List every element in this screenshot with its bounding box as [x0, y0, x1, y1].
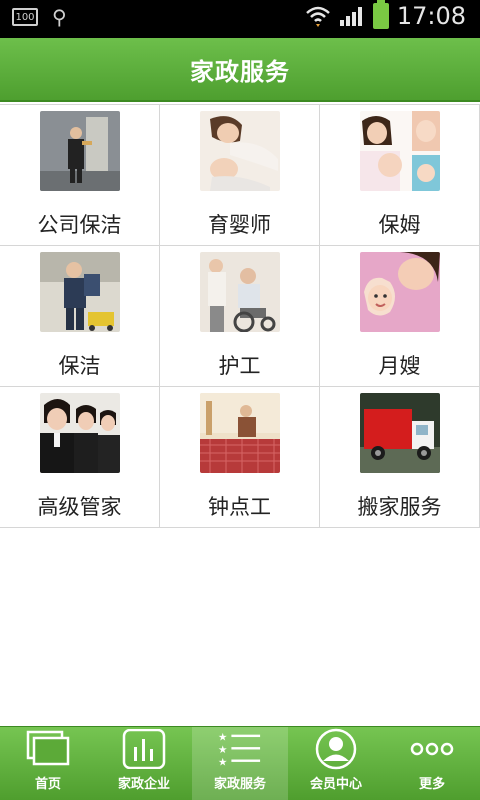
svg-text:★: ★: [218, 744, 227, 756]
service-item-hourly-worker[interactable]: 钟点工: [160, 387, 320, 527]
service-item-nursery-teacher[interactable]: 育婴师: [160, 105, 320, 245]
tab-services[interactable]: ★ ★ ★ 家政服务: [192, 727, 288, 800]
tab-more[interactable]: 更多: [384, 727, 480, 800]
bottom-tab-bar: 首页 家政企业 ★ ★ ★ 家政服务 会员中心 更多: [0, 726, 480, 800]
service-list-icon: ★ ★ ★: [218, 729, 262, 769]
service-label: 搬家服务: [357, 495, 442, 519]
title-bar: 家政服务: [0, 38, 480, 102]
hourly-worker-photo: [199, 393, 280, 473]
caregiver-photo: [199, 252, 280, 332]
grid-row: 高级管家 钟点工 搬家服务: [0, 387, 480, 528]
office-cleaning-photo: [39, 111, 120, 191]
battery-level-text: 100: [15, 11, 35, 23]
service-label: 保姆: [378, 213, 421, 237]
service-item-cleaner[interactable]: 保洁: [0, 246, 160, 386]
battery-level-icon: 100: [12, 8, 38, 26]
more-dots-icon: [410, 729, 454, 769]
clock: 17:08: [396, 2, 466, 30]
cleaner-photo: [39, 252, 120, 332]
tab-label: 家政服务: [213, 777, 266, 792]
service-item-moving[interactable]: 搬家服务: [320, 387, 480, 527]
service-item-maternity-matron[interactable]: 月嫂: [320, 246, 480, 386]
nursery-teacher-photo: [199, 111, 280, 191]
service-label: 育婴师: [208, 213, 271, 237]
tab-label: 首页: [34, 777, 61, 792]
svg-text:★: ★: [218, 731, 227, 743]
nanny-photo: [359, 111, 440, 191]
status-bar: 100 ⚲ 17:08: [0, 0, 480, 38]
service-label: 高级管家: [37, 495, 122, 519]
service-label: 护工: [218, 354, 261, 378]
page-title: 家政服务: [190, 57, 290, 86]
tab-label: 家政企业: [117, 777, 170, 792]
service-grid: 公司保洁 育婴师 保姆 保洁 护工 月嫂 高级管家 钟点工 搬家服务: [0, 104, 480, 528]
maternity-matron-photo: [359, 252, 440, 332]
grid-row: 保洁 护工 月嫂: [0, 246, 480, 387]
home-icon: [26, 729, 70, 769]
member-avatar-icon: [314, 728, 358, 770]
grid-row: 公司保洁 育婴师 保姆: [0, 105, 480, 246]
service-label: 月嫂: [378, 354, 421, 378]
service-item-nanny[interactable]: 保姆: [320, 105, 480, 245]
service-label: 钟点工: [208, 495, 271, 519]
tab-label: 会员中心: [309, 777, 362, 792]
service-item-butler[interactable]: 高级管家: [0, 387, 160, 527]
usb-icon: ⚲: [52, 5, 67, 29]
tab-company[interactable]: 家政企业: [96, 727, 192, 800]
svg-text:★: ★: [218, 756, 227, 768]
signal-icon: [339, 7, 362, 26]
service-label: 保洁: [58, 354, 101, 378]
service-item-caregiver[interactable]: 护工: [160, 246, 320, 386]
butler-photo: [39, 393, 120, 473]
battery-icon: [372, 0, 389, 29]
tab-home[interactable]: 首页: [0, 727, 96, 800]
service-label: 公司保洁: [37, 213, 122, 237]
tab-member-center[interactable]: 会员中心: [288, 727, 384, 800]
wifi-icon: [305, 6, 330, 27]
service-item-company-cleaning[interactable]: 公司保洁: [0, 105, 160, 245]
company-chart-icon: [122, 729, 166, 769]
tab-label: 更多: [418, 777, 445, 792]
moving-truck-photo: [359, 393, 440, 473]
